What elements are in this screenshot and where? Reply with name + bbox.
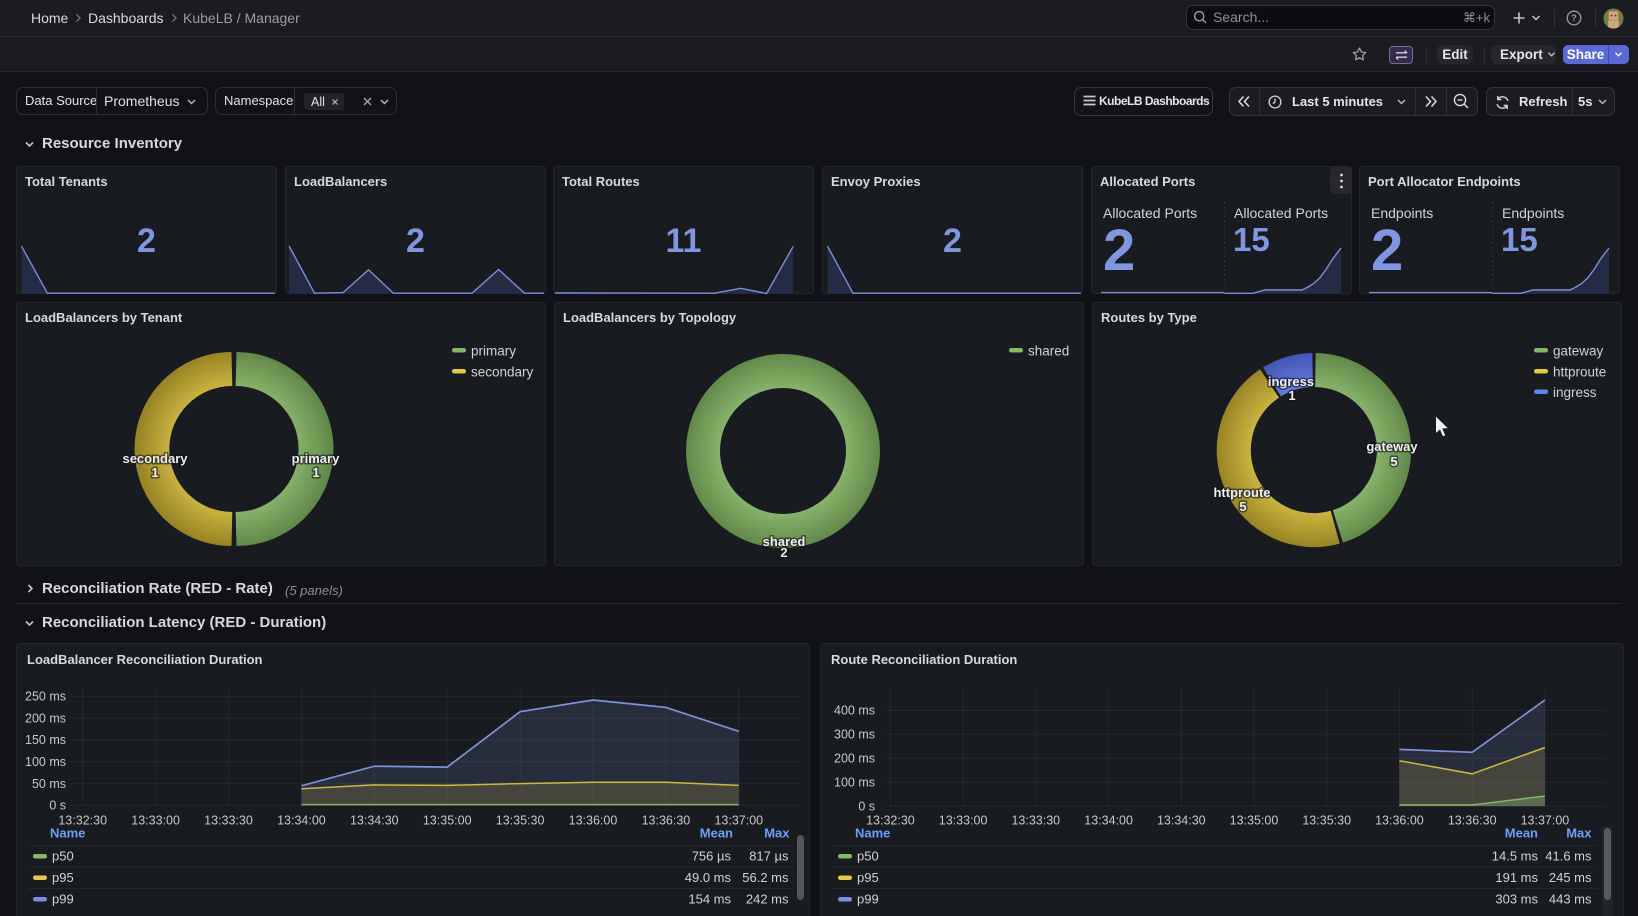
svg-text:p95: p95 [857,870,879,885]
svg-text:13:33:00: 13:33:00 [131,814,180,828]
svg-text:Mean: Mean [700,826,733,841]
svg-text:13:36:30: 13:36:30 [1448,814,1497,828]
svg-text:13:36:00: 13:36:00 [569,814,618,828]
svg-text:13:34:30: 13:34:30 [1157,814,1206,828]
svg-text:ingress: ingress [1553,385,1597,400]
svg-text:13:33:30: 13:33:30 [1011,814,1060,828]
svg-text:ingress: ingress [1268,374,1314,389]
svg-text:245 ms: 245 ms [1549,870,1592,885]
svg-text:p99: p99 [52,892,74,907]
svg-text:p99: p99 [857,892,879,907]
svg-text:Max: Max [1566,826,1592,841]
svg-text:41.6 ms: 41.6 ms [1545,849,1592,864]
svg-text:13:36:00: 13:36:00 [1375,814,1424,828]
svg-text:200 ms: 200 ms [25,711,66,725]
svg-text:242 ms: 242 ms [746,892,789,907]
svg-text:1: 1 [312,465,319,480]
svg-text:5: 5 [1239,499,1246,514]
svg-text:1: 1 [151,465,158,480]
svg-text:shared: shared [1028,344,1069,359]
svg-text:303 ms: 303 ms [1495,892,1538,907]
svg-text:secondary: secondary [471,365,534,380]
svg-text:httproute: httproute [1213,485,1270,500]
svg-text:Max: Max [764,826,790,841]
svg-text:154 ms: 154 ms [688,892,731,907]
svg-text:13:36:30: 13:36:30 [642,814,691,828]
svg-text:250 ms: 250 ms [25,690,66,704]
svg-text:443 ms: 443 ms [1549,892,1592,907]
svg-text:100 ms: 100 ms [25,755,66,769]
svg-text:13:35:30: 13:35:30 [496,814,545,828]
svg-text:p50: p50 [52,849,74,864]
svg-text:100 ms: 100 ms [834,775,875,789]
svg-text:Name: Name [855,826,890,841]
svg-text:primary: primary [471,344,516,359]
svg-text:13:35:30: 13:35:30 [1302,814,1351,828]
svg-text:13:34:00: 13:34:00 [277,814,326,828]
svg-text:primary: primary [292,451,340,466]
svg-text:14.5 ms: 14.5 ms [1492,849,1539,864]
svg-text:13:34:30: 13:34:30 [350,814,399,828]
svg-text:50 ms: 50 ms [32,777,66,791]
svg-text:p50: p50 [857,849,879,864]
svg-text:gateway: gateway [1366,439,1418,454]
svg-text:49.0 ms: 49.0 ms [685,870,732,885]
svg-text:1: 1 [1288,388,1295,403]
svg-text:817 µs: 817 µs [749,849,789,864]
svg-text:secondary: secondary [122,451,188,466]
svg-text:400 ms: 400 ms [834,704,875,718]
svg-text:300 ms: 300 ms [834,728,875,742]
svg-text:13:35:00: 13:35:00 [1230,814,1279,828]
svg-text:httproute: httproute [1553,365,1606,380]
svg-text:191 ms: 191 ms [1495,870,1538,885]
svg-text:13:35:00: 13:35:00 [423,814,472,828]
svg-text:Name: Name [50,826,85,841]
svg-text:Mean: Mean [1505,826,1538,841]
svg-text:0 s: 0 s [858,799,875,813]
svg-text:13:33:00: 13:33:00 [939,814,988,828]
svg-text:gateway: gateway [1553,344,1604,359]
svg-text:0 s: 0 s [49,799,66,813]
svg-text:5: 5 [1390,454,1397,469]
svg-text:13:34:00: 13:34:00 [1084,814,1133,828]
svg-text:150 ms: 150 ms [25,733,66,747]
svg-text:p95: p95 [52,870,74,885]
svg-text:756 µs: 756 µs [692,849,732,864]
svg-text:2: 2 [780,545,787,560]
svg-text:200 ms: 200 ms [834,752,875,766]
svg-text:13:33:30: 13:33:30 [204,814,253,828]
svg-text:56.2 ms: 56.2 ms [742,870,789,885]
